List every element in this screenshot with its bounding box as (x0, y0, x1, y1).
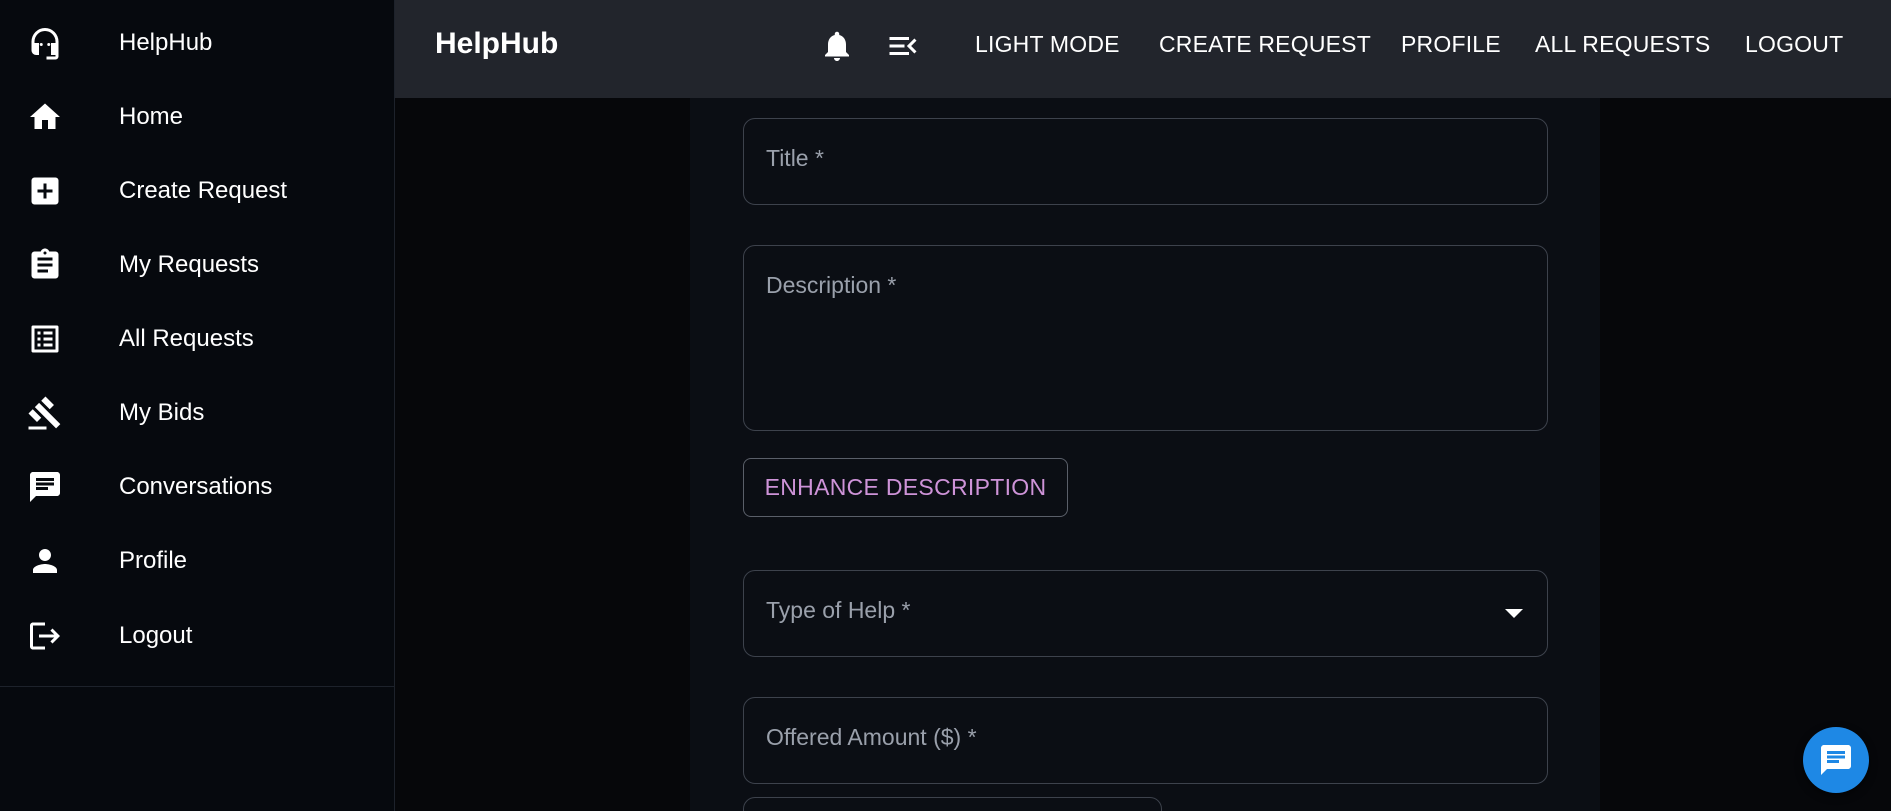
logout-icon (27, 618, 63, 654)
sidebar-item-label: Logout (119, 622, 193, 649)
sidebar-item-label: All Requests (119, 325, 254, 352)
sidebar-item-my-bids[interactable]: My Bids (0, 376, 394, 450)
clipboard-icon (27, 247, 63, 283)
sidebar-item-all-requests[interactable]: All Requests (0, 302, 394, 376)
nav-profile[interactable]: PROFILE (1401, 31, 1501, 58)
sidebar-item-label: Conversations (119, 473, 273, 500)
sidebar-divider (0, 686, 394, 687)
top-app-bar: HelpHub LIGHT MODE CREATE REQUEST PROFIL… (395, 0, 1891, 98)
sidebar-item-home[interactable]: Home (0, 80, 394, 154)
add-box-icon (27, 173, 63, 209)
sidebar-item-label: My Requests (119, 251, 260, 278)
offered-amount-field[interactable]: Offered Amount ($) * (743, 697, 1548, 784)
bell-icon[interactable] (819, 28, 855, 64)
nav-all-requests[interactable]: ALL REQUESTS (1535, 31, 1710, 58)
type-of-help-label: Type of Help * (766, 597, 911, 623)
person-icon (27, 543, 63, 579)
sidebar-item-create-request[interactable]: Create Request (0, 154, 394, 228)
brand-title[interactable]: HelpHub (435, 27, 558, 61)
sidebar-item-helphub[interactable]: HelpHub (0, 6, 394, 80)
sidebar-item-conversations[interactable]: Conversations (0, 450, 394, 524)
type-of-help-select[interactable]: Type of Help * (743, 570, 1548, 657)
nav-light-mode[interactable]: LIGHT MODE (975, 31, 1120, 58)
sidebar-item-label: Home (119, 103, 184, 130)
sidebar-item-my-requests[interactable]: My Requests (0, 228, 394, 302)
nav-create-request[interactable]: CREATE REQUEST (1159, 31, 1371, 58)
enhance-description-button[interactable]: ENHANCE DESCRIPTION (743, 458, 1068, 517)
sidebar-item-profile[interactable]: Profile (0, 524, 394, 598)
menu-collapse-icon[interactable] (885, 28, 921, 64)
app-root: HelpHub Home Create Request My Requests … (0, 0, 1891, 811)
chat-fab-button[interactable] (1803, 727, 1869, 793)
headset-icon (27, 25, 63, 61)
sidebar-item-label: Profile (119, 547, 188, 574)
home-icon (27, 99, 63, 135)
gavel-icon (27, 395, 63, 431)
next-field-partial[interactable] (743, 797, 1162, 811)
description-field[interactable]: Description * (743, 245, 1548, 431)
sidebar: HelpHub Home Create Request My Requests … (0, 0, 395, 811)
title-field[interactable]: Title * (743, 118, 1548, 205)
chat-icon (1818, 742, 1854, 778)
sidebar-item-label: HelpHub (119, 29, 213, 56)
sidebar-item-logout[interactable]: Logout (0, 599, 394, 673)
dropdown-arrow-icon (1505, 609, 1523, 618)
chat-icon (27, 469, 63, 505)
title-input[interactable] (744, 119, 1547, 204)
list-icon (27, 321, 63, 357)
sidebar-item-label: My Bids (119, 399, 205, 426)
sidebar-item-label: Create Request (119, 177, 288, 204)
nav-logout[interactable]: LOGOUT (1745, 31, 1843, 58)
offered-amount-input[interactable] (744, 698, 1547, 783)
description-textarea[interactable] (744, 246, 1547, 430)
